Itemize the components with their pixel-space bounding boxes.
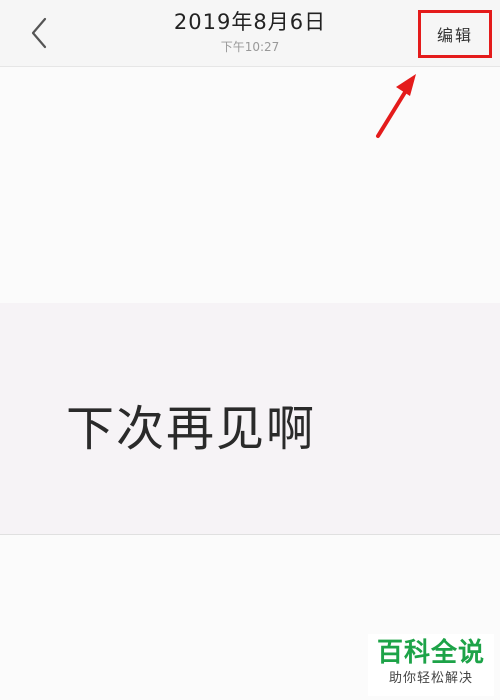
watermark-subtitle: 助你轻松解决 [388,671,473,686]
red-arrow-icon [376,74,416,138]
note-text: 下次再见啊 [66,401,317,457]
note-card: 下次再见啊 [0,303,500,535]
watermark-title: 百科全说 [376,638,485,668]
watermark-logo: 百科全说 助你轻松解决 [368,634,494,696]
